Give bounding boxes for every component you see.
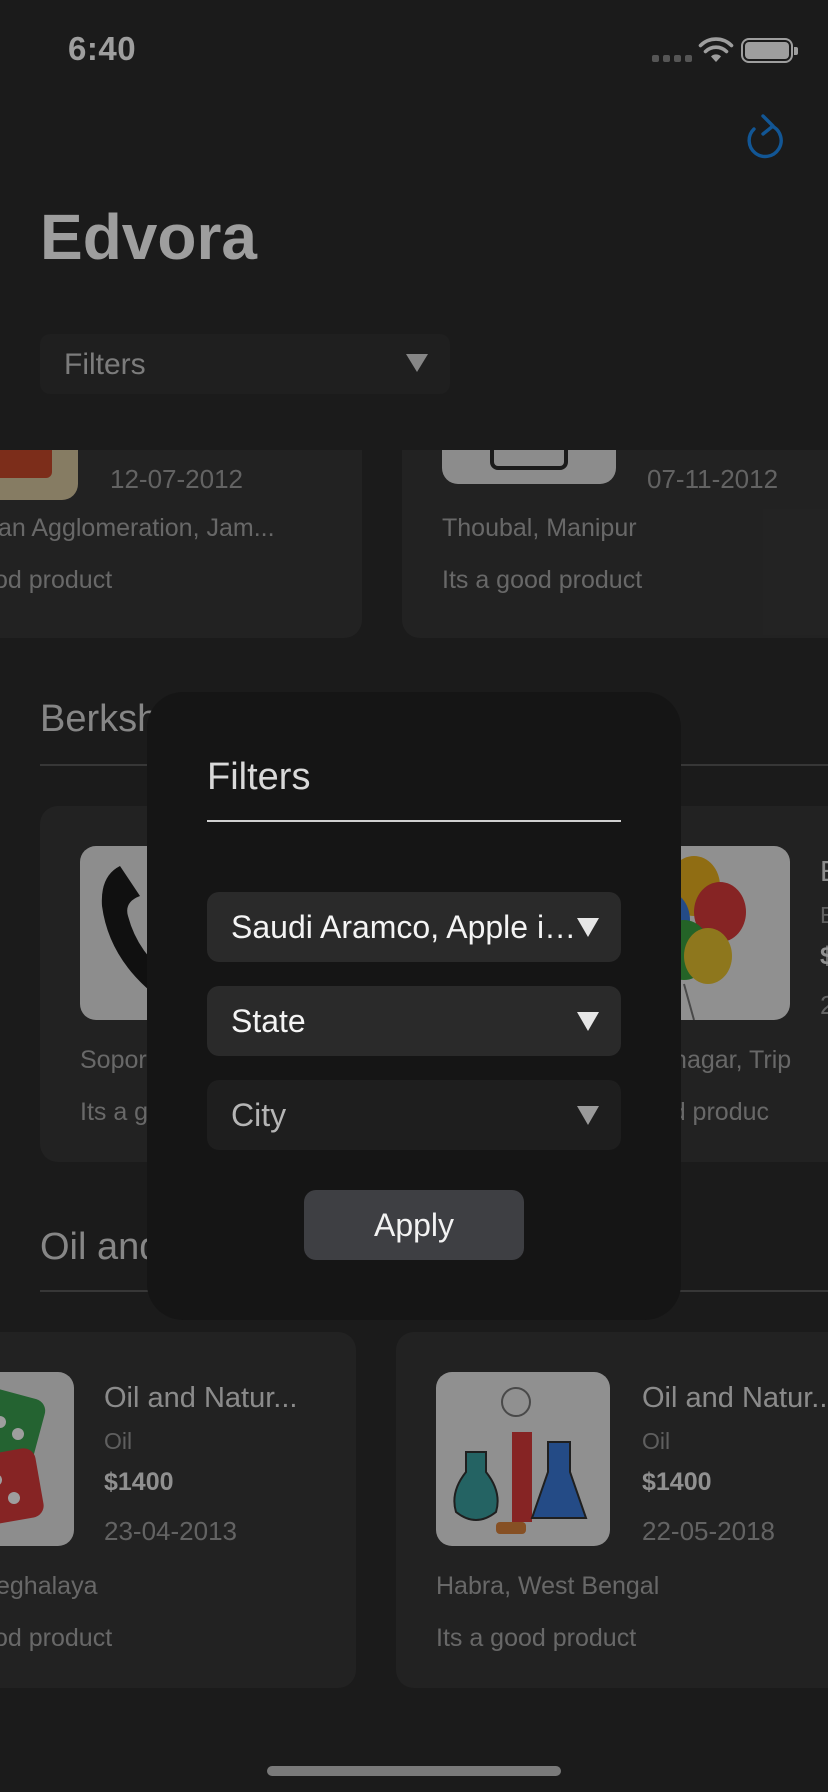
dropdown-caret-icon [577, 1106, 599, 1125]
state-select[interactable]: State [207, 986, 621, 1056]
product-select-value: Saudi Aramco, Apple in... [231, 909, 581, 945]
product-select[interactable]: Saudi Aramco, Apple in... [207, 892, 621, 962]
state-select-value: State [231, 1003, 306, 1039]
modal-title: Filters [207, 756, 311, 798]
filters-modal: Filters Saudi Aramco, Apple in... State … [147, 692, 681, 1320]
apply-button-label: Apply [373, 1207, 455, 1243]
home-indicator[interactable] [267, 1766, 561, 1776]
modal-title-divider [207, 820, 621, 822]
apply-button[interactable]: Apply [304, 1190, 524, 1260]
city-select-value: City [231, 1097, 287, 1133]
app-screen: 6:40 Edvora Filters 12-07-2012 an Agglom… [0, 0, 828, 1792]
city-select[interactable]: City [207, 1080, 621, 1150]
dropdown-caret-icon [577, 918, 599, 937]
dropdown-caret-icon [577, 1012, 599, 1031]
